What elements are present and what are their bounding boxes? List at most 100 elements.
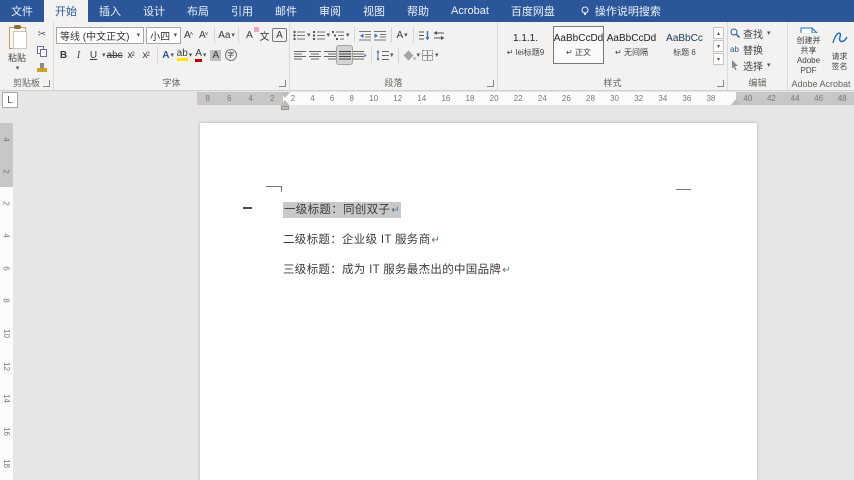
document-area: 一级标题：同创双子↵ 二级标题：企业级 IT 服务商↵ 三级标题：成为 IT 服… <box>13 106 854 480</box>
underline-arrow[interactable]: ▾ <box>102 51 106 59</box>
ribbon-tab[interactable]: Acrobat <box>440 0 500 22</box>
align-center-button[interactable] <box>307 46 322 64</box>
request-signatures-button[interactable]: 请求 签名 <box>827 25 852 76</box>
style-card-lei-heading9[interactable]: 1.1.1. ↵ lei标题9 <box>500 26 551 64</box>
request-signatures-label-2: 签名 <box>831 62 848 71</box>
paste-label: 粘贴 <box>7 53 26 63</box>
paste-clipboard-icon <box>8 25 27 49</box>
ribbon-tab[interactable]: 百度网盘 <box>500 0 566 22</box>
paragraph-mark: ↵ <box>502 265 511 276</box>
styles-group-label: 样式 <box>603 78 622 88</box>
text-effects-button[interactable]: A ▾ <box>161 46 176 64</box>
line-spacing-button[interactable]: ▾ <box>375 46 395 64</box>
replace-icon: ab <box>730 45 739 54</box>
ribbon-tab[interactable]: 插入 <box>88 0 132 22</box>
style-name: 标题 6 <box>673 47 696 57</box>
multilevel-list-button[interactable]: ▾ <box>331 26 351 44</box>
character-shading-button[interactable]: A <box>208 46 223 64</box>
outline-collapse-marker[interactable] <box>243 207 252 209</box>
replace-button[interactable]: ab 替换 <box>730 41 785 57</box>
styles-dialog-launcher[interactable] <box>717 80 724 87</box>
margin-crop-mark-right <box>676 189 691 190</box>
decrease-indent-button[interactable] <box>358 26 373 44</box>
copy-button[interactable] <box>34 44 50 58</box>
strikethrough-button[interactable]: abc <box>106 46 124 64</box>
align-right-button[interactable] <box>322 46 337 64</box>
bold-button[interactable]: B <box>56 46 71 64</box>
vruler-text-area: 2 4 6 8 10 12 14 16 18 <box>0 187 13 480</box>
style-card-normal[interactable]: AaBbCcDd ↵ 正文 <box>553 26 604 64</box>
justify-icon <box>338 50 351 59</box>
font-dialog-launcher[interactable] <box>279 80 286 87</box>
document-page[interactable]: 一级标题：同创双子↵ 二级标题：企业级 IT 服务商↵ 三级标题：成为 IT 服… <box>200 123 757 480</box>
subscript-button[interactable]: x2 <box>124 46 139 64</box>
paste-button[interactable]: 粘贴 ▾ <box>2 25 32 76</box>
character-border-button[interactable]: A <box>272 28 287 42</box>
left-indent-marker[interactable] <box>281 106 289 110</box>
enclose-characters-button[interactable]: 字 <box>223 46 238 64</box>
show-hide-marks-button[interactable] <box>432 26 447 44</box>
underline-button[interactable]: U <box>86 46 101 64</box>
create-share-pdf-button[interactable]: 创建并共享 Adobe PDF <box>796 25 821 76</box>
select-icon <box>732 60 738 70</box>
ribbon-tab[interactable]: 文件 <box>0 0 44 22</box>
align-left-button[interactable] <box>292 46 307 64</box>
grow-font-button[interactable]: A ˄ <box>181 26 196 44</box>
superscript-button[interactable]: x2 <box>139 46 154 64</box>
font-color-button[interactable]: A ▾ <box>193 46 208 64</box>
shading-button[interactable]: ▾ <box>402 46 422 64</box>
tell-me-search[interactable]: 操作说明搜索 <box>580 0 661 22</box>
numbering-button[interactable]: ▾ <box>312 26 332 44</box>
first-line-indent-marker[interactable] <box>280 92 290 98</box>
clipboard-dialog-launcher[interactable] <box>43 80 50 87</box>
asian-layout-button[interactable]: A ▾ <box>395 26 410 44</box>
ribbon-tab[interactable]: 布局 <box>176 0 220 22</box>
ribbon-tab[interactable]: 帮助 <box>396 0 440 22</box>
clear-formatting-button[interactable]: A <box>242 26 259 44</box>
paragraph-heading2[interactable]: 二级标题：企业级 IT 服务商↵ <box>283 231 440 247</box>
style-card-no-spacing[interactable]: AaBbCcDd ↵ 无间隔 <box>606 26 657 64</box>
phonetic-guide-button[interactable]: 文 <box>257 26 272 44</box>
vertical-ruler[interactable]: 42 2 4 6 8 10 12 14 16 18 <box>0 106 13 480</box>
ruler-left-margin: 8642 <box>197 92 283 105</box>
distributed-button[interactable] <box>352 46 368 64</box>
highlight-color-button[interactable]: ab ▾ <box>176 46 194 64</box>
bullets-button[interactable]: ▾ <box>292 26 312 44</box>
styles-group: 1.1.1. ↵ lei标题9 AaBbCcDd ↵ 正文 AaBbCcDd ↵… <box>498 22 728 90</box>
ribbon-tab[interactable]: 邮件 <box>264 0 308 22</box>
ribbon-tabs: 文件 开始 插入 设计 布局 引用 邮件 审阅 视图 帮助 Acrobat 百度网盘 <box>0 0 566 22</box>
pdf-file-icon <box>800 27 817 33</box>
find-button[interactable]: 查找 ▾ <box>730 25 785 41</box>
italic-button[interactable]: I <box>71 46 86 64</box>
font-size-select[interactable]: 小四 ▾ <box>146 26 182 44</box>
borders-button[interactable]: ▾ <box>421 46 440 64</box>
ribbon-tab[interactable]: 审阅 <box>308 0 352 22</box>
paste-dropdown-arrow[interactable]: ▾ <box>16 64 20 72</box>
paragraph-dialog-launcher[interactable] <box>487 80 494 87</box>
line-spacing-icon <box>376 49 389 61</box>
style-card-heading6[interactable]: AaBbCc 标题 6 <box>659 26 710 64</box>
font-name-select[interactable]: 等线 (中文正文) ▾ <box>56 26 145 44</box>
paragraph-heading1[interactable]: 一级标题：同创双子↵ <box>283 201 401 218</box>
ribbon-tab[interactable]: 视图 <box>352 0 396 22</box>
increase-indent-button[interactable] <box>373 26 388 44</box>
horizontal-ruler[interactable]: 8642 2 4 6 8 10 12 14 16 18 20 22 24 26 28 30 32 34 36 38 … <box>197 92 854 105</box>
ribbon-tab[interactable]: 开始 <box>44 0 88 22</box>
sort-button[interactable] <box>417 26 432 44</box>
style-gallery-down-button[interactable]: ▾ <box>713 40 724 52</box>
replace-label: 替换 <box>743 45 763 57</box>
change-case-button[interactable]: Aa ▾ <box>218 26 235 44</box>
format-painter-button[interactable] <box>34 61 50 75</box>
shrink-font-button[interactable]: A ˅ <box>196 26 211 44</box>
tab-stop-selector[interactable]: L <box>2 92 18 108</box>
cut-button[interactable]: ✂ <box>34 27 50 41</box>
justify-button[interactable] <box>336 45 353 65</box>
right-indent-marker[interactable] <box>731 99 741 105</box>
ribbon-tab[interactable]: 引用 <box>220 0 264 22</box>
ribbon-tab[interactable]: 设计 <box>132 0 176 22</box>
paragraph-heading3[interactable]: 三级标题：成为 IT 服务最杰出的中国品牌↵ <box>283 261 511 277</box>
select-button[interactable]: 选择 ▾ <box>730 57 785 73</box>
style-gallery-more-button[interactable]: ▾ <box>713 53 724 65</box>
paragraph-group-label: 段落 <box>384 78 403 88</box>
style-gallery-up-button[interactable]: ▴ <box>713 27 724 39</box>
